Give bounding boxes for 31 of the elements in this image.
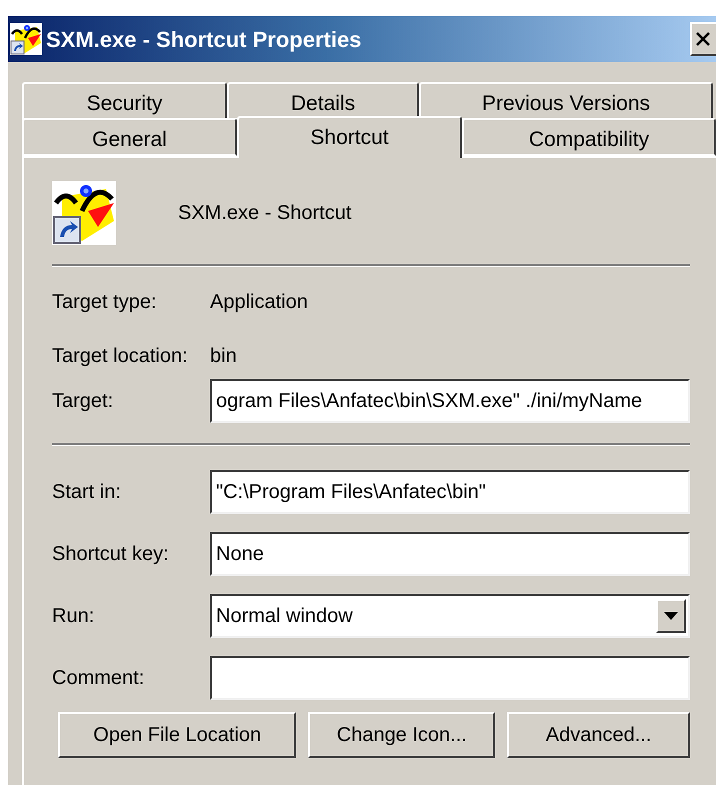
shortcut-name: SXM.exe - Shortcut: [178, 201, 352, 226]
field-label: Target:: [52, 389, 114, 414]
input-field[interactable]: "C:\Program Files\Anfatec\bin": [210, 470, 690, 514]
info-value: Application: [210, 290, 308, 315]
window-title: SXM.exe - Shortcut Properties: [46, 26, 362, 54]
close-button[interactable]: [690, 22, 716, 56]
dialog-button[interactable]: Open File Location: [58, 712, 296, 758]
tab[interactable]: Security: [22, 82, 227, 120]
dialog-button[interactable]: Change Icon...: [308, 712, 496, 758]
field-label: Start in:: [52, 480, 122, 505]
tab[interactable]: Compatibility: [462, 118, 716, 156]
input-field[interactable]: None: [210, 532, 690, 576]
tab[interactable]: Previous Versions: [419, 82, 713, 120]
field-label: Run:: [52, 604, 96, 629]
field-label: Shortcut key:: [52, 542, 170, 567]
info-value: bin: [210, 344, 237, 369]
input-field[interactable]: [210, 656, 690, 700]
info-label: Target location:: [52, 344, 189, 369]
dropdown-arrow-button[interactable]: [656, 599, 686, 633]
tab[interactable]: General: [22, 118, 237, 156]
tab[interactable]: Details: [227, 82, 419, 120]
dropdown[interactable]: Normal window: [210, 594, 690, 638]
shortcut-icon: [52, 181, 116, 245]
caret-icon: [664, 612, 678, 620]
close-icon: [696, 32, 710, 46]
app-icon: [10, 23, 42, 55]
tab[interactable]: Shortcut: [237, 116, 462, 158]
field-label: Comment:: [52, 666, 146, 691]
info-label: Target type:: [52, 290, 158, 315]
dialog-button[interactable]: Advanced...: [507, 712, 690, 758]
input-field[interactable]: ogram Files\Anfatec\bin\SXM.exe" ./ini/myName: [210, 379, 690, 423]
